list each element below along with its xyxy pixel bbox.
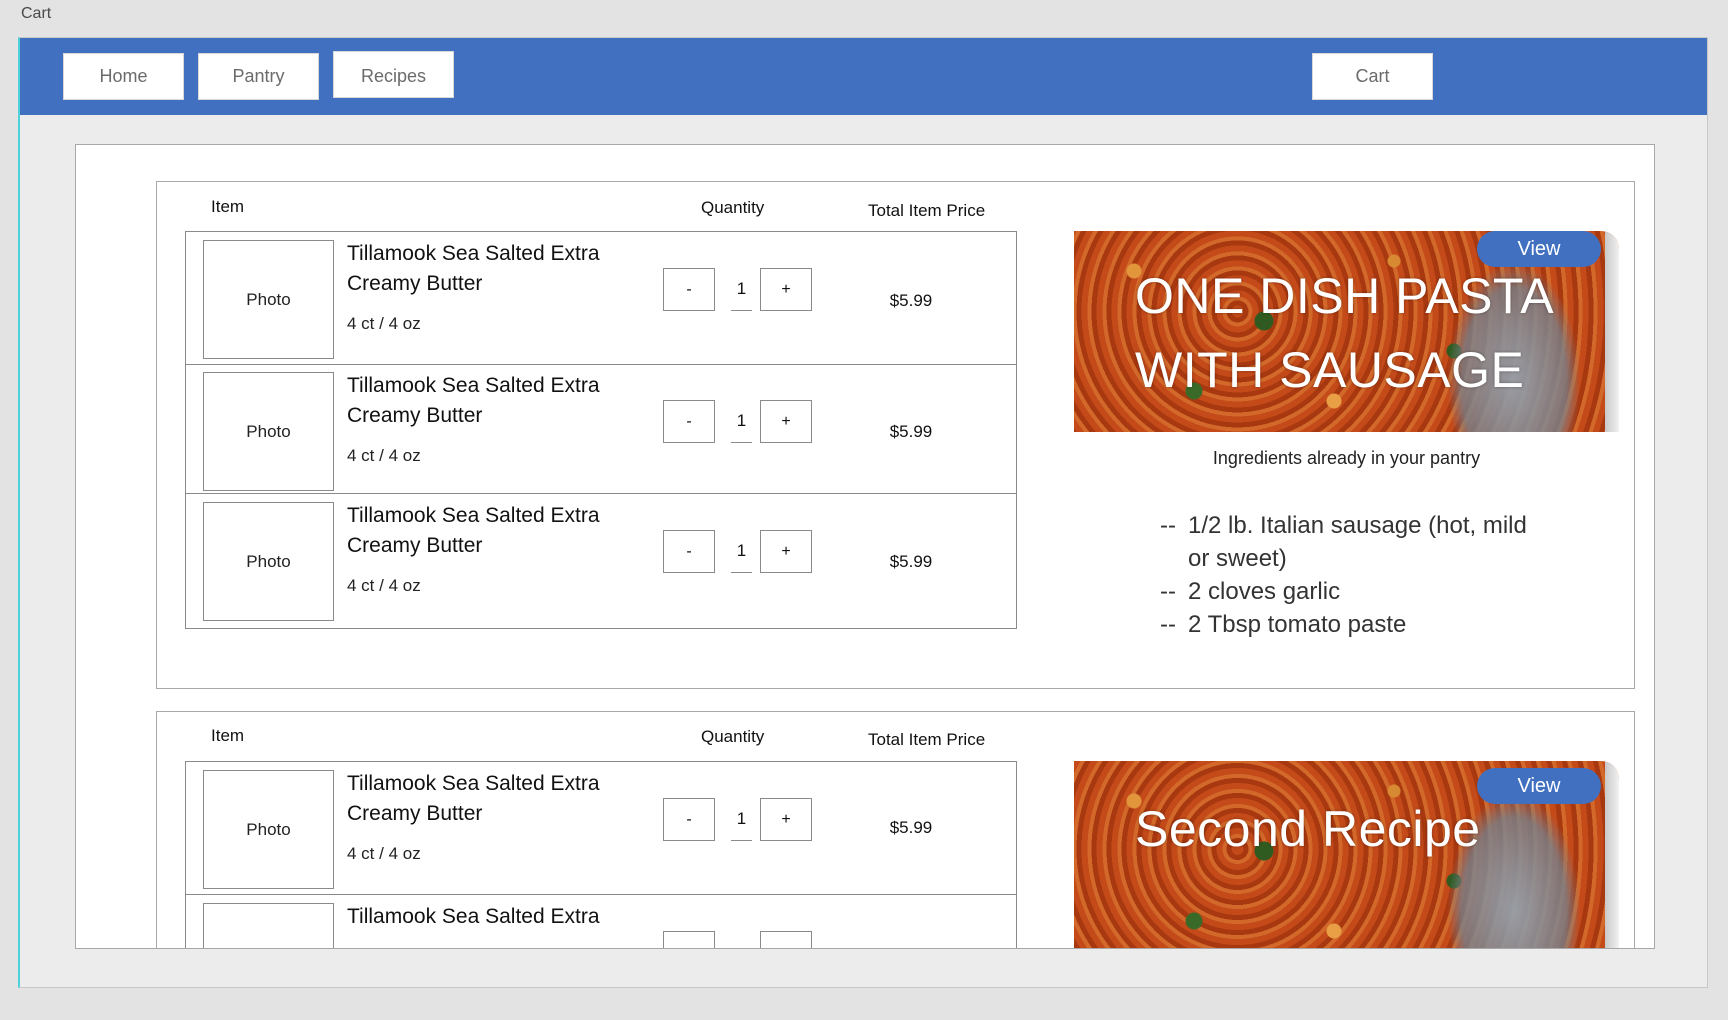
item-name-line: Tillamook Sea Salted Extra <box>347 504 600 527</box>
nav-pantry-button[interactable]: Pantry <box>198 53 319 100</box>
item-name-line: Tillamook Sea Salted Extra <box>347 905 600 928</box>
item-name-line: Tillamook Sea Salted Extra <box>347 772 600 795</box>
list-dash: -- <box>1160 512 1176 539</box>
column-header-item: Item <box>211 726 245 745</box>
item-name: Tillamook Sea Salted Extra Creamy Butter <box>347 769 637 829</box>
quantity-decrease-button[interactable]: - <box>663 400 715 443</box>
quantity-decrease-button[interactable]: - <box>663 798 715 841</box>
item-name: Tillamook Sea Salted Extra <box>347 902 637 932</box>
cart-item-row: Photo Tillamook Sea Salted Extra Creamy … <box>186 232 1016 365</box>
cart-item-row: Photo Tillamook Sea Salted Extra Creamy … <box>186 494 1016 628</box>
cart-item-row: Tillamook Sea Salted Extra <box>186 895 1016 948</box>
ingredient-line: 2 cloves garlic <box>1188 578 1341 605</box>
item-photo: Photo <box>203 502 334 621</box>
recipe-title-line: ONE DISH PASTA <box>1135 268 1555 324</box>
nav-home-button[interactable]: Home <box>63 53 184 100</box>
quantity-value[interactable]: 1 <box>731 268 752 311</box>
item-name-line: Tillamook Sea Salted Extra <box>347 374 600 397</box>
item-name-line: Creamy Butter <box>347 272 483 295</box>
item-photo: Photo <box>203 372 334 491</box>
quantity-value[interactable]: 1 <box>731 530 752 573</box>
quantity-decrease-button[interactable]: - <box>663 268 715 311</box>
column-header-quantity: Quantity <box>701 198 765 217</box>
item-size: 4 ct / 4 oz <box>347 576 421 595</box>
cart-item-row: Photo Tillamook Sea Salted Extra Creamy … <box>186 762 1016 895</box>
screen-title: Cart <box>21 5 52 22</box>
cart-items-table: Photo Tillamook Sea Salted Extra Creamy … <box>185 761 1017 948</box>
item-photo: Photo <box>203 770 334 889</box>
item-photo <box>203 903 334 948</box>
item-name: Tillamook Sea Salted Extra Creamy Butter <box>347 501 637 561</box>
ingredient-line: or sweet) <box>1188 545 1287 572</box>
recipe-title-line: WITH SAUSAGE <box>1135 342 1525 398</box>
item-name-line: Tillamook Sea Salted Extra <box>347 242 600 265</box>
item-name: Tillamook Sea Salted Extra Creamy Butter <box>347 239 637 299</box>
quantity-increase-button[interactable]: + <box>760 530 812 573</box>
recipe-banner-image[interactable]: View Second Recipe <box>1074 761 1619 948</box>
item-size: 4 ct / 4 oz <box>347 844 421 863</box>
item-name-line: Creamy Butter <box>347 802 483 825</box>
item-size: 4 ct / 4 oz <box>347 446 421 465</box>
nav-recipes-button[interactable]: Recipes <box>333 51 454 98</box>
list-dash: -- <box>1160 611 1176 638</box>
ingredient-line: 1/2 lb. Italian sausage (hot, mild <box>1188 512 1527 539</box>
recipe-cart-card: Item Quantity Total Item Price Photo Til… <box>156 711 1635 948</box>
quantity-increase-button[interactable]: + <box>760 268 812 311</box>
pantry-ingredient: -- 1/2 lb. Italian sausage (hot, mild or… <box>1160 509 1540 575</box>
pantry-ingredient: -- 2 Tbsp tomato paste <box>1160 608 1540 641</box>
column-header-total-price: Total Item Price <box>868 730 986 749</box>
ingredient-line: 2 Tbsp tomato paste <box>1188 611 1407 638</box>
column-header-quantity: Quantity <box>701 727 765 746</box>
cart-item-row: Photo Tillamook Sea Salted Extra Creamy … <box>186 365 1016 494</box>
item-size: 4 ct / 4 oz <box>347 314 421 333</box>
column-header-item: Item <box>211 197 245 216</box>
item-total-price: $5.99 <box>889 552 933 571</box>
recipe-title: ONE DISH PASTA WITH SAUSAGE <box>1135 259 1554 407</box>
item-photo: Photo <box>203 240 334 359</box>
quantity-increase-button[interactable]: + <box>760 798 812 841</box>
top-nav-bar: Home Pantry Recipes Cart <box>20 38 1707 115</box>
quantity-value[interactable]: 1 <box>731 400 752 443</box>
item-total-price: $5.99 <box>889 818 933 837</box>
cart-content-panel: Item Quantity Total Item Price Photo Til… <box>75 144 1655 949</box>
view-recipe-button[interactable]: View <box>1477 768 1601 804</box>
quantity-value[interactable]: 1 <box>731 798 752 841</box>
nav-cart-button[interactable]: Cart <box>1312 53 1433 100</box>
recipe-title: Second Recipe <box>1135 801 1481 857</box>
pantry-heading: Ingredients already in your pantry <box>1212 448 1481 468</box>
view-recipe-button[interactable]: View <box>1477 231 1601 267</box>
recipe-cart-card: Item Quantity Total Item Price Photo Til… <box>156 181 1635 689</box>
column-header-total-price: Total Item Price <box>868 201 986 220</box>
item-name-line: Creamy Butter <box>347 404 483 427</box>
item-name-line: Creamy Butter <box>347 534 483 557</box>
recipe-banner-image[interactable]: View ONE DISH PASTA WITH SAUSAGE <box>1074 231 1619 432</box>
pantry-ingredient-list: -- 1/2 lb. Italian sausage (hot, mild or… <box>1160 509 1540 641</box>
list-dash: -- <box>1160 578 1176 605</box>
item-total-price: $5.99 <box>889 422 933 441</box>
app-frame: Home Pantry Recipes Cart Item Quantity T… <box>18 37 1708 988</box>
item-total-price: $5.99 <box>889 291 933 310</box>
item-name: Tillamook Sea Salted Extra Creamy Butter <box>347 371 637 431</box>
quantity-increase-button[interactable] <box>760 931 812 948</box>
quantity-decrease-button[interactable] <box>663 931 715 948</box>
quantity-decrease-button[interactable]: - <box>663 530 715 573</box>
cart-items-table: Photo Tillamook Sea Salted Extra Creamy … <box>185 231 1017 629</box>
pantry-ingredient: -- 2 cloves garlic <box>1160 575 1540 608</box>
quantity-increase-button[interactable]: + <box>760 400 812 443</box>
